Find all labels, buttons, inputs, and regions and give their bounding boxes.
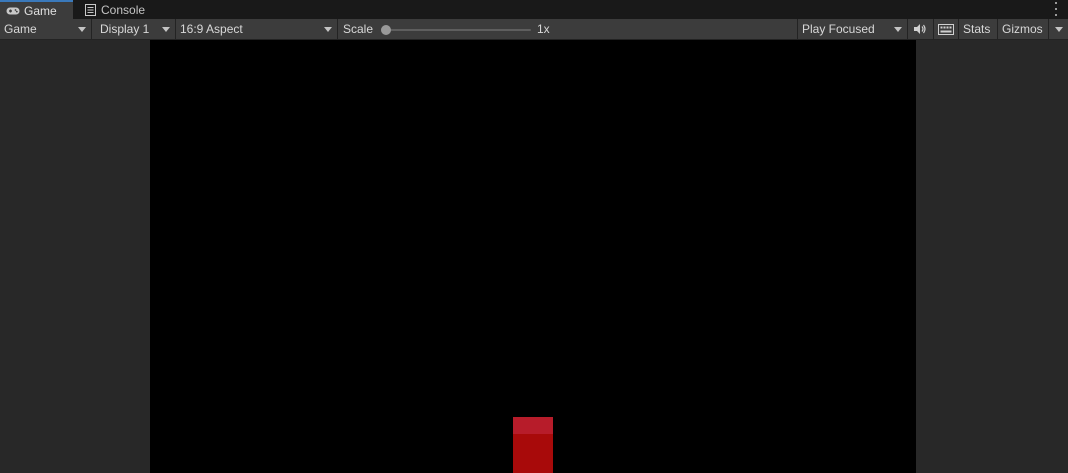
cube-top-face — [513, 417, 553, 434]
play-mode-label: Play Focused — [802, 22, 875, 36]
tab-game[interactable]: Game — [0, 0, 73, 19]
tab-bar: Game Console — [0, 0, 1068, 20]
chevron-down-icon — [324, 27, 332, 32]
console-icon — [83, 3, 97, 16]
keyboard-icon — [938, 23, 954, 35]
keyboard-shortcuts-button[interactable] — [934, 19, 959, 39]
chevron-down-icon — [78, 27, 86, 32]
tab-console-label: Console — [101, 2, 146, 17]
cube-front-face — [513, 434, 553, 473]
tab-game-label: Game — [24, 3, 57, 18]
speaker-icon — [913, 23, 927, 35]
game-viewport[interactable] — [150, 40, 916, 473]
display-label: Display 1 — [100, 22, 150, 36]
game-toolbar: Game Display 1 16:9 Aspect Scale 1x Play… — [0, 19, 1068, 40]
chevron-down-icon — [894, 27, 902, 32]
scale-value: 1x — [537, 22, 550, 36]
stats-button[interactable]: Stats — [959, 19, 998, 39]
more-options-icon[interactable] — [1052, 2, 1060, 16]
tab-console[interactable]: Console — [77, 0, 157, 19]
scale-slider-handle[interactable] — [381, 25, 391, 35]
aspect-label: 16:9 Aspect — [180, 22, 243, 36]
gizmos-button[interactable]: Gizmos — [998, 19, 1049, 39]
mute-audio-button[interactable] — [908, 19, 934, 39]
play-mode-dropdown[interactable]: Play Focused — [798, 19, 908, 39]
gamepad-icon — [6, 5, 20, 17]
display-dropdown[interactable]: Display 1 — [92, 19, 176, 39]
scale-slider-track[interactable] — [384, 29, 531, 31]
gizmos-label: Gizmos — [1002, 22, 1043, 36]
gizmos-dropdown[interactable] — [1049, 19, 1068, 39]
chevron-down-icon — [1055, 27, 1063, 32]
chevron-down-icon — [162, 27, 170, 32]
view-mode-label: Game — [4, 22, 37, 36]
view-mode-dropdown[interactable]: Game — [0, 19, 92, 39]
stats-label: Stats — [963, 22, 991, 36]
aspect-dropdown[interactable]: 16:9 Aspect — [176, 19, 338, 39]
scale-label: Scale — [343, 22, 374, 36]
